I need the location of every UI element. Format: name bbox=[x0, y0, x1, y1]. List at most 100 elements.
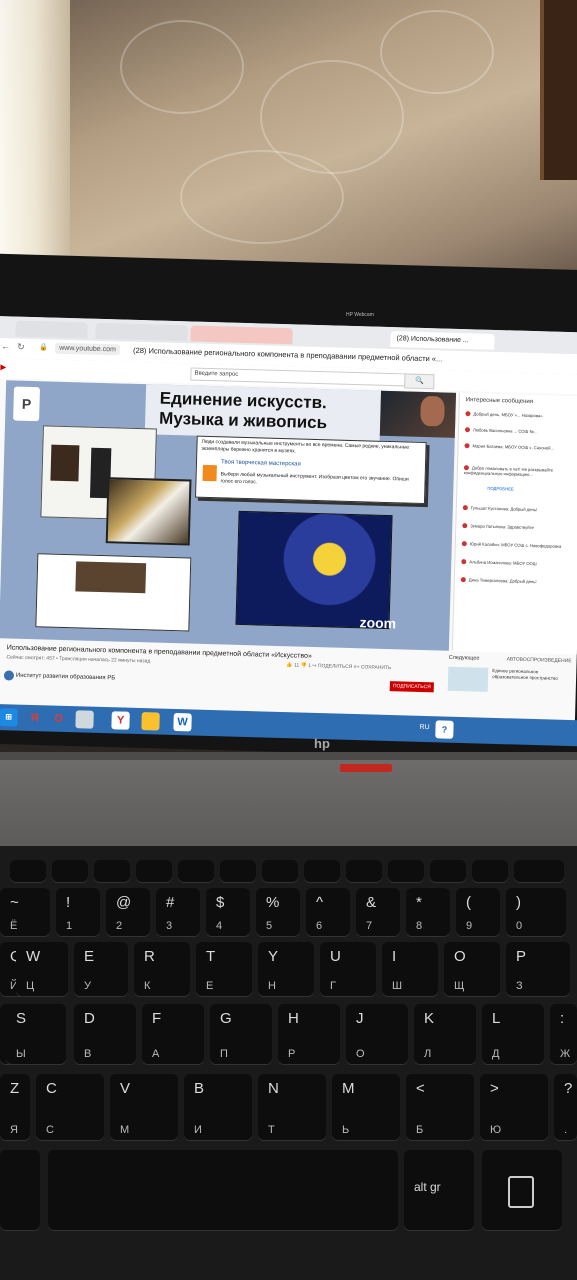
search-input[interactable]: Введите запрос bbox=[190, 367, 406, 387]
key-f[interactable]: FА bbox=[142, 1004, 204, 1064]
key[interactable] bbox=[52, 860, 88, 882]
channel-name[interactable]: Институт развития образования РБ bbox=[16, 673, 115, 682]
key-i[interactable]: IШ bbox=[382, 942, 438, 996]
key[interactable] bbox=[136, 860, 172, 882]
key-5[interactable]: % 5 bbox=[256, 888, 300, 936]
next-video-thumbnail[interactable] bbox=[447, 666, 489, 692]
key[interactable] bbox=[178, 860, 214, 882]
key-s[interactable]: SЫ bbox=[6, 1004, 66, 1064]
hp-logo: hp bbox=[314, 736, 330, 751]
key-4[interactable]: $4 bbox=[206, 888, 250, 936]
key-y[interactable]: YН bbox=[258, 942, 314, 996]
key-b[interactable]: BИ bbox=[184, 1074, 252, 1140]
key-h[interactable]: HР bbox=[278, 1004, 340, 1064]
avatar bbox=[462, 505, 468, 511]
video-actions[interactable]: 👍 11 👎 1 ↪ ПОДЕЛИТЬСЯ ≡+ СОХРАНИТЬ bbox=[286, 662, 391, 671]
key-e[interactable]: EУ bbox=[74, 942, 128, 996]
windows-start-icon[interactable]: ⊞ bbox=[0, 708, 18, 727]
browser-tab[interactable] bbox=[190, 325, 293, 345]
key-v[interactable]: VМ bbox=[110, 1074, 178, 1140]
key-slash[interactable]: ?. bbox=[554, 1074, 577, 1140]
textbook-illustration bbox=[50, 444, 80, 482]
key-alt-gr[interactable]: alt gr bbox=[404, 1150, 474, 1230]
key-t[interactable]: TЕ bbox=[196, 942, 252, 996]
key[interactable] bbox=[346, 860, 382, 882]
key-g[interactable]: GП bbox=[210, 1004, 272, 1064]
chat-message: Любовь Васильевна ... СОШ №... bbox=[464, 427, 577, 436]
browser-tab[interactable] bbox=[95, 322, 188, 342]
key-0[interactable]: ) 0 bbox=[506, 888, 566, 936]
key[interactable] bbox=[304, 860, 340, 882]
key-menu[interactable] bbox=[482, 1150, 562, 1230]
speaker-webcam-feed bbox=[379, 390, 457, 438]
key-semicolon[interactable]: :Ж bbox=[550, 1004, 577, 1064]
key-p[interactable]: PЗ bbox=[506, 942, 570, 996]
key-6[interactable]: ^ 6 bbox=[306, 888, 350, 936]
key-w[interactable]: WЦ bbox=[16, 942, 68, 996]
chat-message-text: Юрий Калабин: МБОУ СОШ с. Новофедоровка bbox=[469, 541, 562, 549]
help-icon[interactable]: ? bbox=[435, 720, 454, 739]
video-meta: Сейчас смотрят: 457 • Трансляция началас… bbox=[6, 654, 151, 665]
key-tilde[interactable]: ~ Ё bbox=[0, 888, 50, 936]
key[interactable] bbox=[430, 860, 466, 882]
chat-message-text: Добрый день, МБОУ «... Назарова» bbox=[473, 411, 543, 419]
avatar bbox=[464, 427, 471, 433]
youtube-logo-icon[interactable]: ▶ bbox=[0, 363, 6, 371]
key[interactable] bbox=[10, 860, 46, 882]
search-button[interactable]: 🔍 bbox=[404, 373, 435, 390]
key-k[interactable]: KЛ bbox=[414, 1004, 476, 1064]
key[interactable] bbox=[220, 860, 256, 882]
key-period[interactable]: > Ю bbox=[480, 1074, 548, 1140]
wall-pattern bbox=[380, 10, 494, 94]
key-1[interactable]: ! 1 bbox=[56, 888, 100, 936]
browser-tab[interactable] bbox=[15, 320, 88, 339]
subscribe-button[interactable]: ПОДПИСАТЬСЯ bbox=[389, 681, 434, 693]
key-d[interactable]: DВ bbox=[74, 1004, 136, 1064]
key[interactable] bbox=[514, 860, 564, 882]
next-video-title[interactable]: Единое региональное образовательное прос… bbox=[492, 668, 572, 681]
key-comma[interactable]: < Б bbox=[406, 1074, 474, 1140]
language-indicator[interactable]: RU bbox=[419, 724, 429, 731]
word-icon[interactable]: W bbox=[173, 712, 192, 732]
key[interactable] bbox=[262, 860, 298, 882]
key-7[interactable]: & 7 bbox=[356, 888, 400, 936]
browser-tab-active[interactable]: (28) Использование ... bbox=[390, 331, 495, 350]
reload-icon[interactable]: ↻ bbox=[17, 342, 25, 353]
key[interactable] bbox=[388, 860, 424, 882]
yandex-browser-icon[interactable]: Я bbox=[25, 709, 43, 727]
key-z[interactable]: ZЯ bbox=[0, 1074, 30, 1140]
key-c[interactable]: CС bbox=[36, 1074, 104, 1140]
chat-notice-text: Добро пожаловать в чат! Не раскрывайте к… bbox=[463, 465, 554, 478]
key-n[interactable]: NТ bbox=[258, 1074, 326, 1140]
slide-header: Единение искусств. Музыка и живопись bbox=[144, 384, 382, 441]
key-r[interactable]: RК bbox=[134, 942, 190, 996]
explorer-icon[interactable] bbox=[75, 710, 94, 729]
key-9[interactable]: (9 bbox=[456, 888, 500, 936]
key-3[interactable]: #3 bbox=[156, 888, 200, 936]
key[interactable] bbox=[0, 1150, 40, 1230]
key-u[interactable]: UГ bbox=[320, 942, 376, 996]
chat-heading[interactable]: Интересные сообщения bbox=[466, 397, 533, 405]
webcam-label: HP Webcam bbox=[346, 312, 374, 318]
key[interactable] bbox=[472, 860, 508, 882]
key-j[interactable]: JО bbox=[346, 1004, 408, 1064]
key-m[interactable]: MЬ bbox=[332, 1074, 400, 1140]
opera-icon[interactable]: O bbox=[49, 710, 67, 728]
video-player[interactable]: Р Единение искусств. Музыка и живопись Л… bbox=[0, 380, 457, 651]
key-8[interactable]: * 8 bbox=[406, 888, 450, 936]
space-bar[interactable] bbox=[48, 1150, 398, 1230]
chat-message: Добрый день, МБОУ «... Назарова» bbox=[465, 411, 577, 420]
chat-message: Гульшат Кустанова: Добрый день! bbox=[462, 505, 575, 514]
avatar bbox=[460, 577, 466, 583]
key-o[interactable]: OЩ bbox=[444, 942, 500, 996]
back-arrow-icon[interactable]: ← bbox=[1, 341, 10, 351]
chat-more-link[interactable]: ПОДРОБНЕЕ bbox=[487, 486, 577, 494]
autoplay-toggle[interactable]: АВТОВОСПРОИЗВЕДЕНИЕ bbox=[507, 656, 572, 664]
key-2[interactable]: @2 bbox=[106, 888, 150, 936]
channel-avatar[interactable] bbox=[3, 670, 15, 681]
yahoo-icon[interactable]: Y bbox=[111, 711, 130, 730]
key-l[interactable]: LД bbox=[482, 1004, 544, 1064]
url-field[interactable]: www.youtube.com bbox=[54, 342, 121, 356]
key[interactable] bbox=[94, 860, 130, 882]
folder-icon[interactable] bbox=[141, 712, 160, 731]
